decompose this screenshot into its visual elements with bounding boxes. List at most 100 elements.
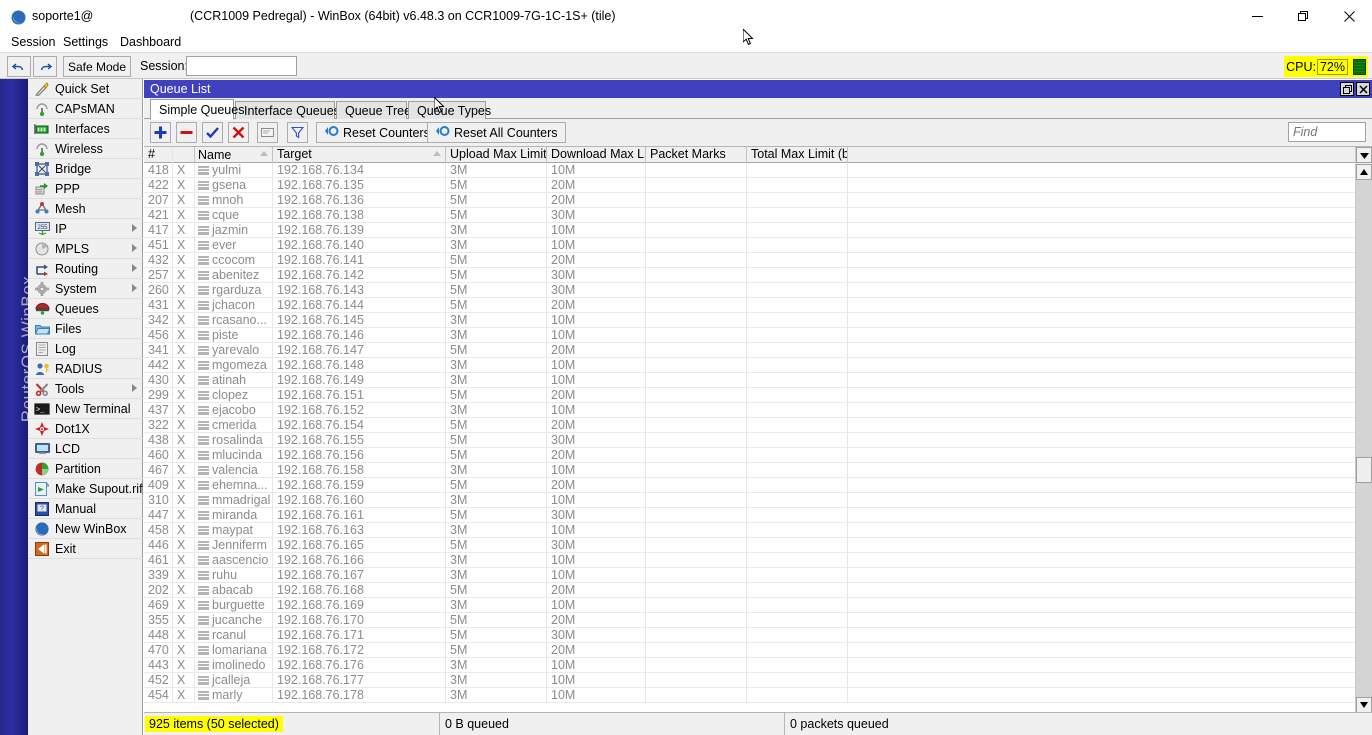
sidebar-item-dot1x[interactable]: Dot1X — [28, 419, 143, 439]
redo-button[interactable] — [33, 56, 57, 77]
session-input[interactable] — [186, 56, 297, 76]
table-row[interactable]: 470Xlomariana192.168.76.1725M20M — [144, 643, 1355, 658]
scroll-up-button[interactable] — [1356, 164, 1372, 180]
table-row[interactable]: 341Xyarevalo192.168.76.1475M20M — [144, 343, 1355, 358]
sidebar-item-wireless[interactable]: Wireless — [28, 139, 143, 159]
add-button[interactable] — [150, 122, 171, 143]
reset-all-counters-button[interactable]: Reset All Counters — [427, 122, 566, 143]
sidebar-item-radius[interactable]: RADIUS — [28, 359, 143, 379]
sidebar-item-interfaces[interactable]: Interfaces — [28, 119, 143, 139]
table-row[interactable]: 452Xjcalleja192.168.76.1773M10M — [144, 673, 1355, 688]
menu-dashboard[interactable]: Dashboard — [115, 34, 186, 51]
tab-queue-tree[interactable]: Queue Tree — [336, 101, 407, 120]
sidebar-item-new-winbox[interactable]: New WinBox — [28, 519, 143, 539]
table-row[interactable]: 431Xjchacon192.168.76.1445M20M — [144, 298, 1355, 313]
table-row[interactable]: 422Xgsena192.168.76.1355M20M — [144, 178, 1355, 193]
table-row[interactable]: 342Xrcasano...192.168.76.1453M10M — [144, 313, 1355, 328]
table-row[interactable]: 438Xrosalinda192.168.76.1555M30M — [144, 433, 1355, 448]
sidebar-item-mpls[interactable]: MPLS — [28, 239, 143, 259]
table-row[interactable]: 442Xmgomeza192.168.76.1483M10M — [144, 358, 1355, 373]
table-row[interactable]: 451Xever192.168.76.1403M10M — [144, 238, 1355, 253]
tab-queue-types[interactable]: Queue Types — [408, 101, 486, 120]
column-header-target[interactable]: Target — [273, 147, 446, 163]
column-header-up[interactable]: Upload Max Limit — [446, 147, 547, 163]
table-row[interactable]: 469Xburguette192.168.76.1693M10M — [144, 598, 1355, 613]
table-row[interactable]: 355Xjucanche192.168.76.1705M20M — [144, 613, 1355, 628]
sidebar-item-queues[interactable]: Queues — [28, 299, 143, 319]
sidebar-item-partition[interactable]: Partition — [28, 459, 143, 479]
queue-window-close-button[interactable] — [1356, 82, 1370, 96]
sidebar-item-routing[interactable]: Routing — [28, 259, 143, 279]
enable-button[interactable] — [202, 122, 223, 143]
sidebar-item-manual[interactable]: ?Manual — [28, 499, 143, 519]
table-row[interactable]: 339Xruhu192.168.76.1673M10M — [144, 568, 1355, 583]
table-row[interactable]: 207Xmnoh192.168.76.1365M20M — [144, 193, 1355, 208]
table-row[interactable]: 454Xmarly192.168.76.1783M10M — [144, 688, 1355, 703]
table-row[interactable]: 299Xclopez192.168.76.1515M20M — [144, 388, 1355, 403]
vertical-scrollbar[interactable] — [1355, 147, 1372, 713]
safe-mode-button[interactable]: Safe Mode — [63, 56, 131, 77]
undo-button[interactable] — [7, 56, 31, 77]
table-row[interactable]: 202Xabacab192.168.76.1685M20M — [144, 583, 1355, 598]
column-header-down[interactable]: Download Max Limit — [547, 147, 646, 163]
table-row[interactable]: 257Xabenitez192.168.76.1425M30M — [144, 268, 1355, 283]
sidebar-item-make-supout-rif[interactable]: Make Supout.rif — [28, 479, 143, 499]
table-row[interactable]: 418Xyulmi192.168.76.1343M10M — [144, 163, 1355, 178]
table-row[interactable]: 456Xpiste192.168.76.1463M10M — [144, 328, 1355, 343]
scrollbar-track[interactable] — [1356, 180, 1372, 697]
column-header-num[interactable]: # — [144, 147, 173, 163]
table-row[interactable]: 461Xaascencio192.168.76.1663M10M — [144, 553, 1355, 568]
sidebar-item-mesh[interactable]: Mesh — [28, 199, 143, 219]
sidebar-item-exit[interactable]: Exit — [28, 539, 143, 559]
sidebar-item-tools[interactable]: Tools — [28, 379, 143, 399]
reset-counters-button[interactable]: Reset Counters — [316, 122, 438, 143]
table-row[interactable]: 432Xccocom192.168.76.1415M20M — [144, 253, 1355, 268]
maximize-restore-button[interactable] — [1280, 0, 1326, 32]
column-header-name[interactable]: Name — [195, 147, 273, 163]
table-row[interactable]: 458Xmaypat192.168.76.1633M10M — [144, 523, 1355, 538]
column-header-rest[interactable] — [848, 147, 1355, 163]
tab-simple-queues[interactable]: Simple Queues — [150, 99, 234, 120]
table-row[interactable]: 409Xehemna...192.168.76.1595M20M — [144, 478, 1355, 493]
sidebar-item-log[interactable]: Log — [28, 339, 143, 359]
minimize-button[interactable] — [1234, 0, 1280, 32]
sidebar-item-new-terminal[interactable]: >_New Terminal — [28, 399, 143, 419]
table-row[interactable]: 310Xmmadrigal192.168.76.1603M10M — [144, 493, 1355, 508]
table-row[interactable]: 467Xvalencia192.168.76.1583M10M — [144, 463, 1355, 478]
sidebar-item-files[interactable]: Files — [28, 319, 143, 339]
table-row[interactable]: 460Xmlucinda192.168.76.1565M20M — [144, 448, 1355, 463]
table-row[interactable]: 322Xcmerida192.168.76.1545M20M — [144, 418, 1355, 433]
sidebar-item-quick-set[interactable]: Quick Set — [28, 79, 143, 99]
disable-button[interactable] — [228, 122, 249, 143]
table-row[interactable]: 417Xjazmin192.168.76.1393M10M — [144, 223, 1355, 238]
find-input[interactable] — [1288, 122, 1366, 142]
tab-interface-queues[interactable]: Interface Queues — [235, 101, 335, 120]
queue-window-restore-button[interactable] — [1340, 82, 1354, 96]
sidebar-item-bridge[interactable]: Bridge — [28, 159, 143, 179]
sidebar-item-system[interactable]: System — [28, 279, 143, 299]
table-row[interactable]: 430Xatinah192.168.76.1493M10M — [144, 373, 1355, 388]
sidebar-item-lcd[interactable]: LCD — [28, 439, 143, 459]
scroll-down-button[interactable] — [1356, 697, 1372, 713]
column-menu-button[interactable] — [1356, 147, 1372, 163]
comment-button[interactable] — [257, 122, 278, 143]
scrollbar-thumb[interactable] — [1356, 457, 1372, 483]
sidebar-item-ppp[interactable]: PPP — [28, 179, 143, 199]
column-header-total[interactable]: Total Max Limit (bi... — [747, 147, 848, 163]
table-row[interactable]: 447Xmiranda192.168.76.1615M30M — [144, 508, 1355, 523]
column-header-pm[interactable]: Packet Marks — [646, 147, 747, 163]
filter-button[interactable] — [287, 122, 308, 143]
menu-session[interactable]: Session — [6, 34, 60, 51]
close-button[interactable] — [1326, 0, 1372, 32]
sidebar-item-ip[interactable]: 255IP — [28, 219, 143, 239]
column-header-flag[interactable] — [173, 147, 195, 163]
menu-settings[interactable]: Settings — [58, 34, 113, 51]
table-row[interactable]: 443Ximolinedo192.168.76.1763M10M — [144, 658, 1355, 673]
table-row[interactable]: 260Xrgarduza192.168.76.1435M30M — [144, 283, 1355, 298]
sidebar-item-capsman[interactable]: CAPsMAN — [28, 99, 143, 119]
table-row[interactable]: 448Xrcanul192.168.76.1715M30M — [144, 628, 1355, 643]
table-row[interactable]: 421Xcque192.168.76.1385M30M — [144, 208, 1355, 223]
remove-button[interactable] — [176, 122, 197, 143]
table-row[interactable]: 446XJenniferm192.168.76.1655M30M — [144, 538, 1355, 553]
table-row[interactable]: 437Xejacobo192.168.76.1523M10M — [144, 403, 1355, 418]
